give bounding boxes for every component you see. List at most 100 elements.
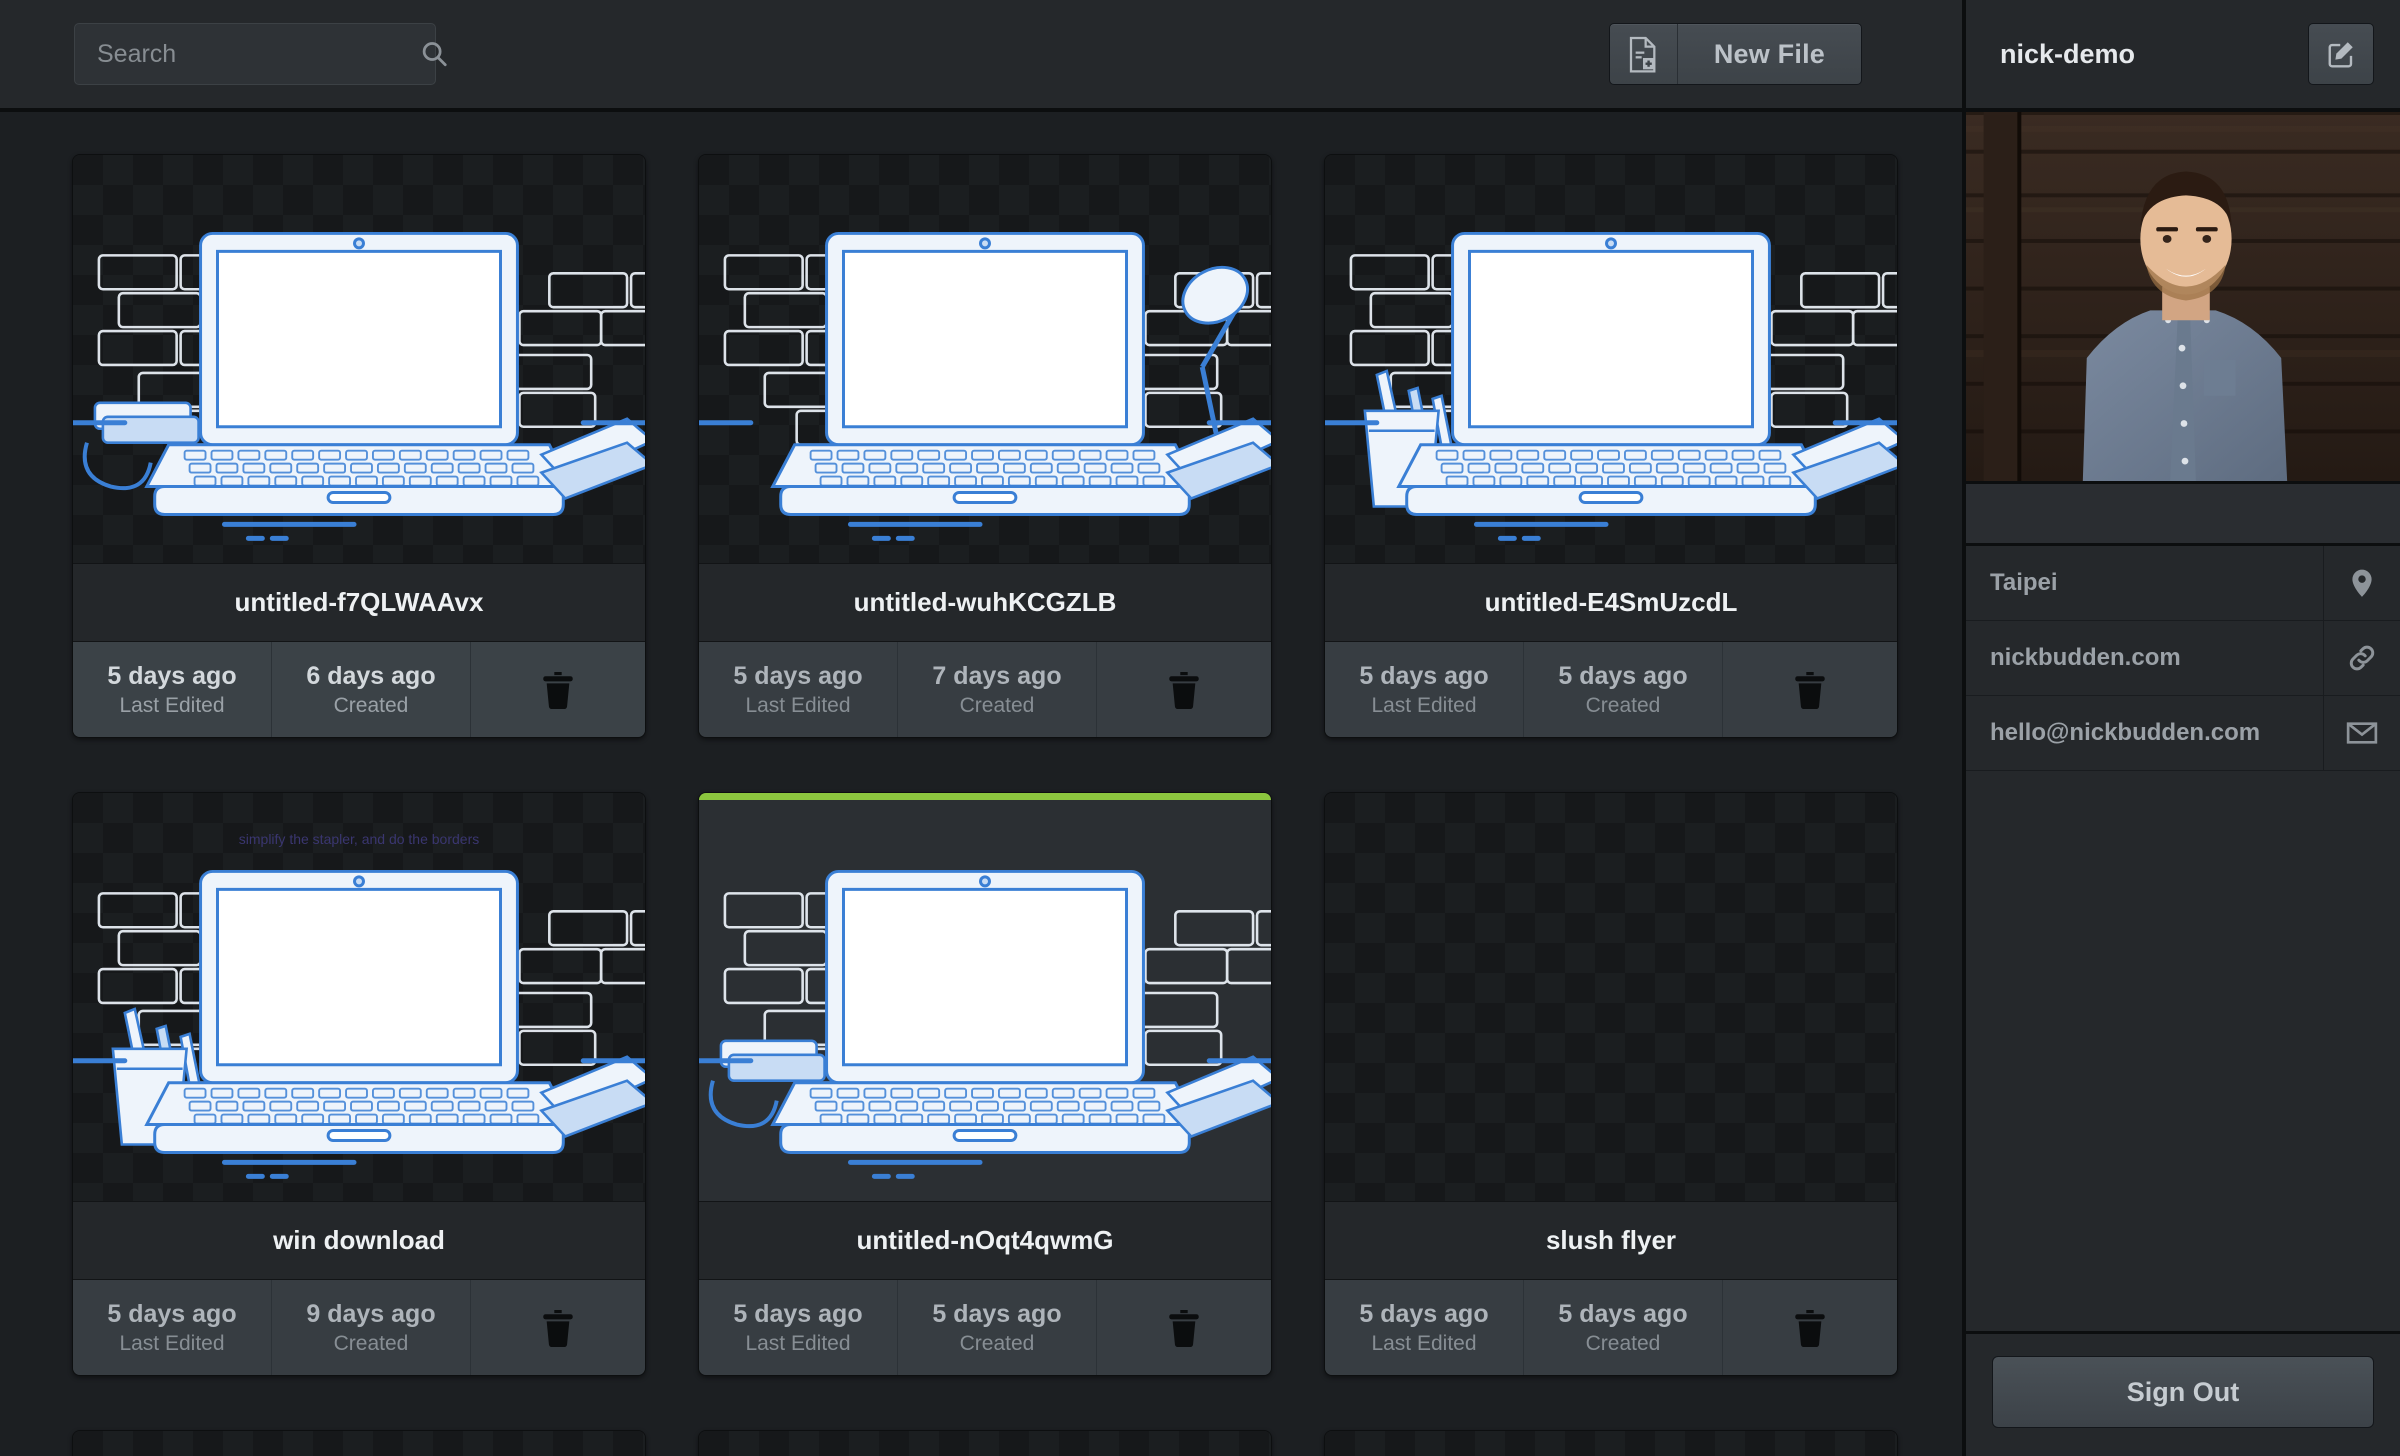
envelope-icon[interactable] <box>2324 696 2400 770</box>
delete-file-button[interactable] <box>1723 1280 1897 1375</box>
file-meta: 5 days ago Last Edited 9 days ago Create… <box>73 1279 645 1375</box>
file-thumbnail[interactable] <box>73 1431 645 1456</box>
file-thumbnail[interactable] <box>1325 793 1897 1201</box>
delete-file-button[interactable] <box>471 642 645 737</box>
last-edited-cell: 5 days ago Last Edited <box>73 642 272 737</box>
sidebar-footer: Sign Out <box>1966 1331 2400 1456</box>
file-card[interactable] <box>1324 1430 1898 1456</box>
file-meta: 5 days ago Last Edited 5 days ago Create… <box>1325 641 1897 737</box>
created-value: 7 days ago <box>932 661 1062 690</box>
file-card[interactable]: untitled-f7QLWAAvx 5 days ago Last Edite… <box>72 154 646 738</box>
trash-icon <box>1167 670 1201 710</box>
file-thumbnail[interactable]: simplify the stapler, and do the borders <box>73 793 645 1201</box>
file-thumbnail[interactable] <box>73 155 645 563</box>
sidebar-info-row[interactable]: nickbudden.com <box>1966 621 2400 696</box>
file-title: untitled-wuhKCGZLB <box>699 563 1271 641</box>
last-edited-cell: 5 days ago Last Edited <box>699 1280 898 1375</box>
file-card[interactable]: untitled-wuhKCGZLB 5 days ago Last Edite… <box>698 154 1272 738</box>
created-cell: 7 days ago Created <box>898 642 1097 737</box>
main-panel: New File <box>0 0 1962 1456</box>
file-thumbnail[interactable] <box>699 1431 1271 1456</box>
sidebar-info-value: nickbudden.com <box>1966 621 2324 695</box>
search-box[interactable] <box>74 23 447 85</box>
file-title: untitled-f7QLWAAvx <box>73 563 645 641</box>
toolbar-right-group: New File <box>1608 23 1910 85</box>
file-meta: 5 days ago Last Edited 5 days ago Create… <box>1325 1279 1897 1375</box>
file-title: slush flyer <box>1325 1201 1897 1279</box>
created-cell: 6 days ago Created <box>272 642 471 737</box>
file-card[interactable] <box>72 1430 646 1456</box>
created-value: 5 days ago <box>1558 1299 1688 1328</box>
sidebar-info-rows: Taipei nickbudden.com hello@nickbudden.c… <box>1966 546 2400 771</box>
delete-file-button[interactable] <box>1723 642 1897 737</box>
last-edited-label: Last Edited <box>119 1331 225 1355</box>
file-grid-scroll[interactable]: untitled-f7QLWAAvx 5 days ago Last Edite… <box>0 112 1962 1456</box>
new-file-button[interactable]: New File <box>1608 23 1862 85</box>
last-edited-label: Last Edited <box>745 693 851 717</box>
trash-icon <box>1793 670 1827 710</box>
file-card[interactable]: untitled-E4SmUzcdL 5 days ago Last Edite… <box>1324 154 1898 738</box>
delete-file-button[interactable] <box>1097 1280 1271 1375</box>
search-input[interactable] <box>97 39 419 69</box>
profile-photo <box>1966 112 2400 484</box>
new-file-icon-cell[interactable] <box>1610 24 1678 84</box>
sidebar-header: nick-demo <box>1966 0 2400 112</box>
file-thumbnail[interactable] <box>1325 155 1897 563</box>
last-edited-value: 5 days ago <box>733 661 863 690</box>
trash-icon <box>1793 1308 1827 1348</box>
app-root: New File <box>0 0 2400 1456</box>
sidebar-username: nick-demo <box>2000 38 2136 69</box>
thumb-note: simplify the stapler, and do the borders <box>238 831 480 847</box>
vectr-promo-thumb: vectr vectr.com Instantly unleash your c… <box>699 793 1271 1201</box>
file-thumbnail[interactable]: vectr vectr.com Instantly unleash your c… <box>699 793 1271 1201</box>
last-edited-cell: 5 days ago Last Edited <box>1325 1280 1524 1375</box>
file-thumbnail[interactable] <box>699 155 1271 563</box>
last-edited-value: 5 days ago <box>733 1299 863 1328</box>
created-label: Created <box>333 693 409 717</box>
top-toolbar: New File <box>0 0 1962 112</box>
last-edited-value: 5 days ago <box>1359 661 1489 690</box>
created-value: 6 days ago <box>306 661 436 690</box>
trash-icon <box>541 1308 575 1348</box>
created-label: Created <box>959 1331 1035 1355</box>
sidebar-info-value: hello@nickbudden.com <box>1966 696 2324 770</box>
edit-profile-button[interactable] <box>2308 23 2374 85</box>
last-edited-cell: 5 days ago Last Edited <box>73 1280 272 1375</box>
created-cell: 9 days ago Created <box>272 1280 471 1375</box>
profile-sidebar: nick-demo Taipei nickbudden.com hello@ni… <box>1962 0 2400 1456</box>
delete-file-button[interactable] <box>1097 642 1271 737</box>
last-edited-cell: 5 days ago Last Edited <box>1325 642 1524 737</box>
sidebar-divider-block <box>1966 484 2400 546</box>
new-file-label: New File <box>1713 38 1825 69</box>
new-file-icon <box>1627 36 1659 73</box>
last-edited-cell: 5 days ago Last Edited <box>699 642 898 737</box>
vectr-laptop-art <box>699 869 1271 1201</box>
file-thumbnail[interactable] <box>1325 1431 1897 1456</box>
file-meta: 5 days ago Last Edited 7 days ago Create… <box>699 641 1271 737</box>
edit-pencil-icon <box>2326 39 2356 69</box>
last-edited-label: Last Edited <box>745 1331 851 1355</box>
file-card[interactable] <box>698 1430 1272 1456</box>
sidebar-info-value: Taipei <box>1966 546 2324 620</box>
last-edited-value: 5 days ago <box>107 661 237 690</box>
link-icon[interactable] <box>2324 621 2400 695</box>
file-grid: untitled-f7QLWAAvx 5 days ago Last Edite… <box>0 154 1962 1456</box>
file-title: untitled-nOqt4qwmG <box>699 1201 1271 1279</box>
created-value: 5 days ago <box>1558 661 1688 690</box>
file-meta: 5 days ago Last Edited 6 days ago Create… <box>73 641 645 737</box>
sidebar-info-row[interactable]: Taipei <box>1966 546 2400 621</box>
sign-out-button[interactable]: Sign Out <box>1992 1356 2374 1428</box>
created-cell: 5 days ago Created <box>1524 642 1723 737</box>
location-pin-icon[interactable] <box>2324 546 2400 620</box>
file-card[interactable]: vectr vectr.com Instantly unleash your c… <box>698 792 1272 1376</box>
last-edited-label: Last Edited <box>1371 693 1477 717</box>
file-card[interactable]: slush flyer 5 days ago Last Edited 5 day… <box>1324 792 1898 1376</box>
sidebar-info-row[interactable]: hello@nickbudden.com <box>1966 696 2400 771</box>
file-card[interactable]: simplify the stapler, and do the borders… <box>72 792 646 1376</box>
created-label: Created <box>333 1331 409 1355</box>
delete-file-button[interactable] <box>471 1280 645 1375</box>
file-meta: 5 days ago Last Edited 5 days ago Create… <box>699 1279 1271 1375</box>
created-label: Created <box>959 693 1035 717</box>
last-edited-value: 5 days ago <box>1359 1299 1489 1328</box>
created-label: Created <box>1585 693 1661 717</box>
